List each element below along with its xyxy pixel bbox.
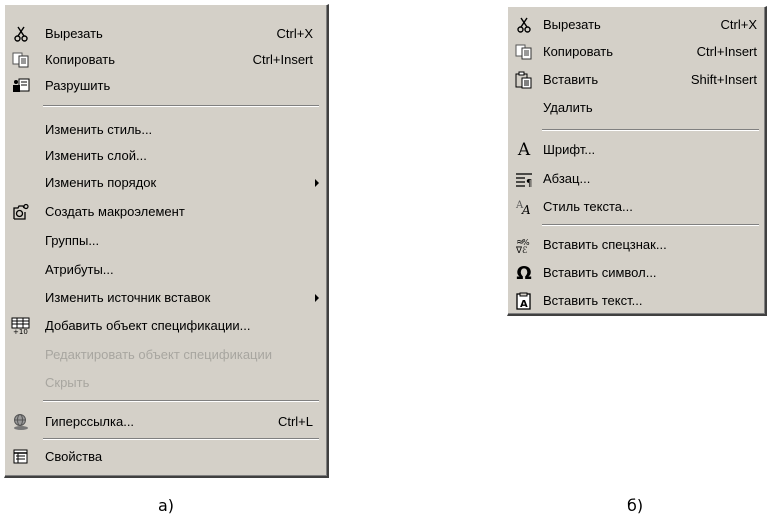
svg-text:A: A xyxy=(521,203,531,216)
menu-item-change-order[interactable]: Изменить порядок xyxy=(5,171,327,195)
menu-item-text-style[interactable]: AA Стиль текста... xyxy=(508,195,765,219)
copy-icon xyxy=(11,50,31,70)
hyperlink-icon xyxy=(11,412,31,432)
paste-icon xyxy=(514,70,534,90)
menu-item-label: Группы... xyxy=(45,233,100,248)
menu-item-label: Вставить текст... xyxy=(543,293,643,308)
paragraph-icon: ¶ xyxy=(514,169,534,189)
menu-separator xyxy=(542,129,759,131)
menu-item-copy[interactable]: Копировать Ctrl+Insert xyxy=(508,40,765,64)
properties-icon xyxy=(11,447,31,467)
menu-separator xyxy=(542,224,759,226)
macro-element-icon xyxy=(11,202,31,222)
context-menu-a: Вырезать Ctrl+X Копировать Ctrl+Insert Р… xyxy=(4,4,329,478)
menu-item-label: Гиперссылка... xyxy=(45,414,135,429)
svg-text:+10: +10 xyxy=(13,328,28,335)
menu-item-properties[interactable]: Свойства xyxy=(5,445,327,469)
svg-text:¶: ¶ xyxy=(526,178,532,187)
menu-item-label: Абзац... xyxy=(543,171,591,186)
menu-item-label: Редактировать объект спецификации xyxy=(45,347,273,362)
menu-item-font[interactable]: A Шрифт... xyxy=(508,138,765,162)
menu-item-label: Изменить порядок xyxy=(45,175,157,190)
caption-a: а) xyxy=(158,496,175,515)
svg-text:∇ℰ: ∇ℰ xyxy=(515,246,528,254)
menu-item-label: Изменить слой... xyxy=(45,148,147,163)
menu-item-label: Вырезать xyxy=(45,26,103,41)
menu-separator xyxy=(43,105,319,107)
menu-item-label: Вставить спецзнак... xyxy=(543,237,667,252)
menu-item-label: Атрибуты... xyxy=(45,262,114,277)
menu-separator xyxy=(43,438,319,440)
menu-item-label: Копировать xyxy=(543,44,613,59)
menu-item-label: Вставить символ... xyxy=(543,265,657,280)
menu-item-label: Изменить стиль... xyxy=(45,122,153,137)
menu-item-change-insert-source[interactable]: Изменить источник вставок xyxy=(5,286,327,310)
menu-item-paste[interactable]: Вставить Shift+Insert xyxy=(508,68,765,92)
menu-item-cut[interactable]: Вырезать Ctrl+X xyxy=(5,22,327,46)
menu-item-label: Свойства xyxy=(45,449,103,464)
menu-item-change-style[interactable]: Изменить стиль... xyxy=(5,118,327,142)
menu-item-groups[interactable]: Группы... xyxy=(5,229,327,253)
menu-item-shortcut: Shift+Insert xyxy=(690,72,757,87)
submenu-arrow-icon xyxy=(315,294,319,302)
menu-item-label: Разрушить xyxy=(45,78,111,93)
menu-item-label: Изменить источник вставок xyxy=(45,290,211,305)
menu-item-shortcut: Ctrl+L xyxy=(277,414,313,429)
menu-item-delete[interactable]: Удалить xyxy=(508,96,765,120)
menu-item-destroy[interactable]: Разрушить xyxy=(5,74,327,98)
font-icon: A xyxy=(517,140,531,160)
menu-item-edit-spec-object[interactable]: Редактировать объект спецификации xyxy=(5,343,327,367)
submenu-arrow-icon xyxy=(315,179,319,187)
menu-item-insert-text[interactable]: A Вставить текст... xyxy=(508,289,765,313)
menu-item-shortcut: Ctrl+X xyxy=(276,26,313,41)
menu-item-label: Скрыть xyxy=(45,375,90,390)
menu-item-insert-special-char[interactable]: ≈% ∇ℰ Вставить спецзнак... xyxy=(508,233,765,257)
copy-icon xyxy=(514,42,534,62)
spec-object-icon: +10 xyxy=(11,316,31,336)
special-char-icon: ≈% ∇ℰ xyxy=(514,235,534,255)
menu-item-label: Добавить объект спецификации... xyxy=(45,318,251,333)
context-menu-b: Вырезать Ctrl+X Копировать Ctrl+Insert В… xyxy=(507,6,767,316)
menu-item-label: Удалить xyxy=(543,100,593,115)
menu-item-hide[interactable]: Скрыть xyxy=(5,371,327,395)
menu-item-label: Вырезать xyxy=(543,17,601,32)
menu-item-hyperlink[interactable]: Гиперссылка... Ctrl+L xyxy=(5,410,327,434)
menu-item-add-spec-object[interactable]: +10 Добавить объект спецификации... xyxy=(5,314,327,338)
scissors-icon xyxy=(11,24,31,44)
menu-item-shortcut: Ctrl+Insert xyxy=(252,52,313,67)
menu-item-insert-symbol[interactable]: Ω Вставить символ... xyxy=(508,261,765,285)
menu-item-label: Шрифт... xyxy=(543,142,596,157)
destroy-icon xyxy=(11,76,31,96)
menu-separator xyxy=(43,400,319,402)
svg-text:A: A xyxy=(520,299,528,310)
omega-icon: Ω xyxy=(516,262,532,284)
menu-item-shortcut: Ctrl+Insert xyxy=(696,44,757,59)
menu-item-cut[interactable]: Вырезать Ctrl+X xyxy=(508,13,765,37)
text-style-icon: AA xyxy=(514,197,534,217)
menu-item-attributes[interactable]: Атрибуты... xyxy=(5,258,327,282)
menu-item-change-layer[interactable]: Изменить слой... xyxy=(5,144,327,168)
menu-item-label: Вставить xyxy=(543,72,599,87)
menu-item-label: Копировать xyxy=(45,52,115,67)
scissors-icon xyxy=(514,15,534,35)
menu-item-shortcut: Ctrl+X xyxy=(720,17,757,32)
menu-item-copy[interactable]: Копировать Ctrl+Insert xyxy=(5,48,327,72)
menu-item-paragraph[interactable]: ¶ Абзац... xyxy=(508,167,765,191)
insert-text-icon: A xyxy=(514,291,534,311)
caption-b: б) xyxy=(627,496,644,515)
menu-item-label: Создать макроэлемент xyxy=(45,204,185,219)
menu-item-create-macro[interactable]: Создать макроэлемент xyxy=(5,200,327,224)
menu-item-label: Стиль текста... xyxy=(543,199,633,214)
